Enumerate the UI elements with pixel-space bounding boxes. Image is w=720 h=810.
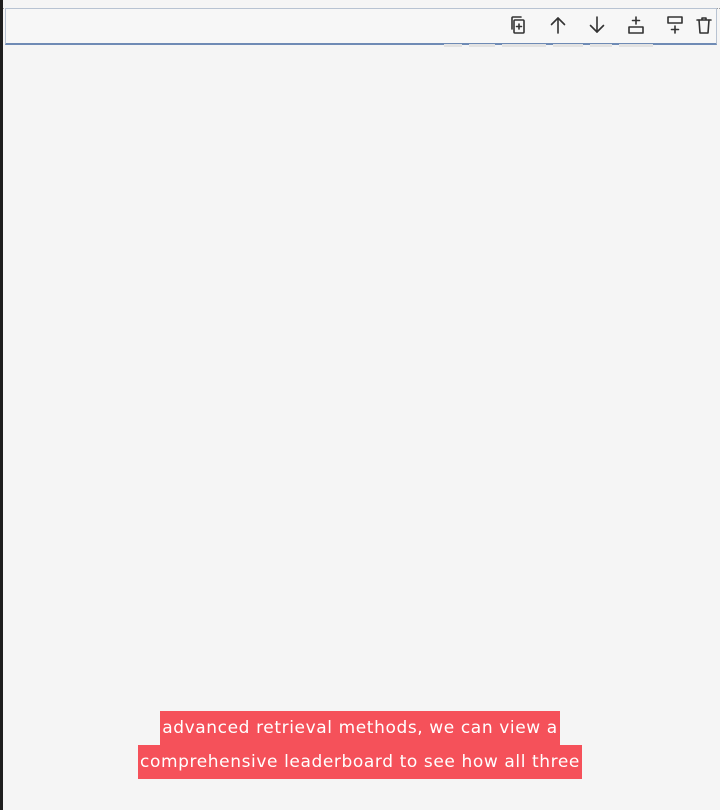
move-down-icon — [589, 16, 604, 33]
delete-cell-button[interactable] — [694, 11, 716, 39]
duplicate-cell-icon — [510, 16, 525, 34]
move-up-button[interactable] — [538, 11, 577, 39]
window-left-edge — [0, 0, 3, 810]
insert-above-button[interactable] — [616, 11, 655, 39]
cell-toolbar — [499, 11, 716, 39]
duplicate-cell-button[interactable] — [499, 11, 538, 39]
notebook-cell[interactable] — [5, 8, 717, 45]
subtitle-captions: advanced retrieval methods, we can view … — [0, 711, 720, 779]
caption-line-2: comprehensive leaderboard to see how all… — [138, 745, 582, 779]
insert-above-icon — [627, 16, 644, 34]
move-up-icon — [550, 17, 565, 34]
insert-below-icon — [666, 16, 683, 34]
faded-text-remnant — [444, 44, 694, 48]
delete-icon — [696, 17, 712, 34]
move-down-button[interactable] — [577, 11, 616, 39]
insert-below-button[interactable] — [655, 11, 694, 39]
caption-line-1: advanced retrieval methods, we can view … — [160, 711, 560, 745]
